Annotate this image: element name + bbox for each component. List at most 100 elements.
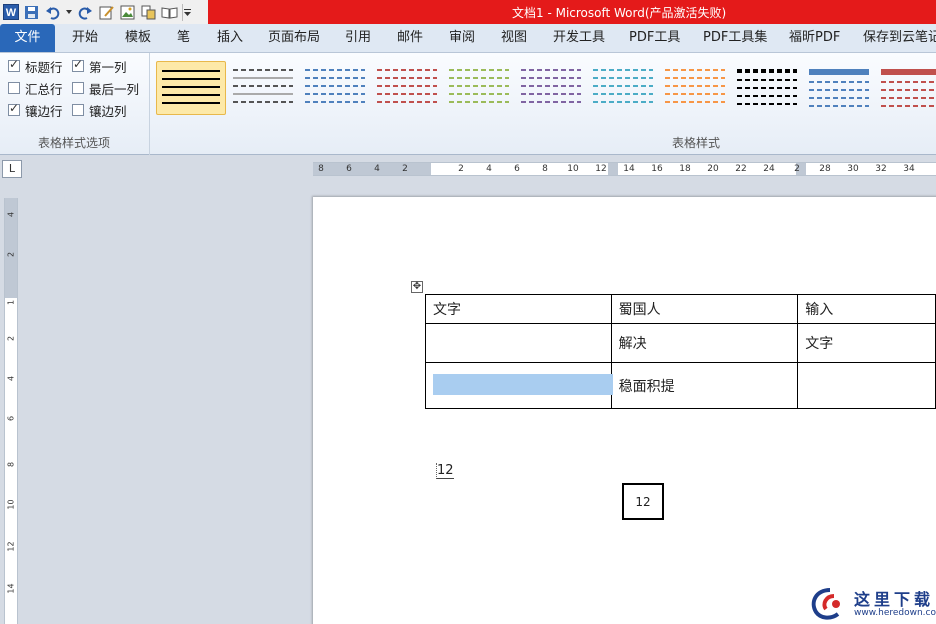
tab-developer[interactable]: 开发工具	[553, 24, 605, 52]
table-style-swatch[interactable]	[444, 61, 514, 115]
swirl-logo-icon	[811, 588, 840, 620]
tab-foxit-pdf[interactable]: 福昕PDF	[789, 24, 840, 52]
checkbox-icon[interactable]	[8, 82, 20, 94]
customize-qat-icon[interactable]	[182, 3, 192, 21]
swatch-line	[521, 85, 581, 87]
swatch-line	[162, 86, 220, 88]
checkbox-checked-icon[interactable]	[8, 57, 20, 72]
text-box[interactable]: 12	[622, 483, 664, 520]
ruler-tick-label: 20	[707, 164, 719, 174]
ruler-tick-label: 10	[567, 164, 579, 174]
selection-highlight	[433, 374, 613, 395]
table-cell[interactable]: 稳面积提	[610, 362, 799, 409]
option-banded-rows[interactable]: 镶边行	[8, 101, 63, 119]
table-style-swatch[interactable]	[588, 61, 658, 115]
table-styles-group: 表格样式	[152, 53, 936, 155]
option-total-row[interactable]: 汇总行	[8, 80, 63, 97]
ruler-tick-label: 34	[903, 164, 915, 174]
image-icon[interactable]	[119, 4, 136, 21]
swatch-line	[665, 69, 725, 71]
swatch-line	[737, 103, 797, 105]
tab-template[interactable]: 模板	[125, 24, 151, 52]
table-style-swatch[interactable]	[660, 61, 730, 115]
table-style-swatch[interactable]	[516, 61, 586, 115]
swatch-line	[377, 69, 437, 71]
save-icon[interactable]	[23, 4, 40, 21]
copy-icon[interactable]	[140, 4, 157, 21]
tab-home[interactable]: 开始	[72, 24, 98, 52]
tab-selector-button[interactable]: L	[2, 160, 22, 178]
checkbox-checked-icon[interactable]	[8, 101, 20, 116]
undo-icon[interactable]	[44, 4, 61, 21]
ruler-tick-label: 22	[735, 164, 747, 174]
tab-review[interactable]: 审阅	[449, 24, 475, 52]
ruler-tick-label: 2	[458, 164, 464, 174]
swatch-line	[305, 101, 365, 103]
table-style-swatch[interactable]	[372, 61, 442, 115]
undo-dropdown-icon[interactable]	[65, 4, 73, 21]
quick-access-toolbar: W	[0, 0, 192, 24]
field-text[interactable]: 12	[436, 463, 454, 479]
document-page[interactable]	[313, 197, 936, 624]
watermark-url: www.heredown.com	[854, 608, 936, 618]
watermark-brand: 这里下载	[854, 590, 935, 609]
swatch-line	[233, 101, 293, 103]
checkbox-icon[interactable]	[72, 104, 84, 116]
checkbox-icon[interactable]	[72, 82, 84, 94]
tab-file[interactable]: 文件	[0, 24, 55, 52]
option-first-column[interactable]: 第一列	[72, 57, 127, 75]
table-cell[interactable]	[797, 362, 936, 409]
table-style-swatch[interactable]	[228, 61, 298, 115]
tab-insert[interactable]: 插入	[217, 24, 243, 52]
redo-icon[interactable]	[77, 4, 94, 21]
table-cell[interactable]: 文字	[425, 294, 612, 324]
table-cell[interactable]: 解决	[610, 323, 799, 363]
tab-pdf-tools[interactable]: PDF工具	[629, 24, 680, 52]
ribbon-tabs: 文件 开始 模板 笔 插入 页面布局 引用 邮件 审阅 视图 开发工具 PDF工…	[0, 24, 936, 53]
tab-view[interactable]: 视图	[501, 24, 527, 52]
swatch-line	[449, 77, 509, 79]
table-row: 文字 蜀国人 输入	[425, 294, 936, 324]
ruler-tick-label: 32	[875, 164, 887, 174]
swatch-line	[377, 77, 437, 79]
ruler-tick-label: 2	[6, 335, 16, 342]
swatch-line	[449, 69, 509, 71]
option-label: 镶边列	[89, 103, 127, 119]
swatch-line	[305, 77, 365, 79]
ruler-tick-label: 2	[6, 251, 16, 258]
window-title: 文档1 - Microsoft Word(产品激活失败)	[512, 5, 727, 20]
tab-pdf-toolset[interactable]: PDF工具集	[703, 24, 767, 52]
option-banded-columns[interactable]: 镶边列	[72, 102, 127, 119]
tab-references[interactable]: 引用	[345, 24, 371, 52]
table-cell[interactable]: 输入	[797, 294, 936, 324]
table-row: 解决 文字	[425, 323, 936, 363]
swatch-line	[665, 85, 725, 87]
column-marker[interactable]	[608, 163, 618, 175]
swatch-line	[665, 93, 725, 95]
table-style-swatch[interactable]	[876, 61, 936, 115]
tab-pen[interactable]: 笔	[177, 24, 190, 52]
table-cell[interactable]: 文字	[797, 323, 936, 363]
table-style-swatch[interactable]	[156, 61, 226, 115]
watermark-logo: 这里下载 www.heredown.com	[808, 584, 936, 624]
edit-icon[interactable]	[98, 4, 115, 21]
ruler-tick-label: 6	[6, 415, 16, 422]
horizontal-ruler[interactable]: 8 6 4 2 2 4 6 8 10 12 14 16 18 20 22 24 2 28 30 32 34	[313, 162, 936, 176]
table-move-handle-icon[interactable]: ✥	[411, 281, 423, 293]
table-style-swatch[interactable]	[732, 61, 802, 115]
book-icon[interactable]	[161, 4, 178, 21]
swatch-line	[881, 81, 936, 83]
option-last-column[interactable]: 最后一列	[72, 80, 139, 97]
tab-mailings[interactable]: 邮件	[397, 24, 423, 52]
word-app-icon[interactable]: W	[2, 4, 19, 21]
tab-page-layout[interactable]: 页面布局	[268, 24, 320, 52]
table-style-swatch[interactable]	[300, 61, 370, 115]
option-header-row[interactable]: 标题行	[8, 57, 63, 75]
table-cell[interactable]	[425, 323, 612, 363]
tab-save-cloud-notes[interactable]: 保存到云笔记	[863, 24, 936, 52]
checkbox-checked-icon[interactable]	[72, 57, 84, 72]
table-style-swatch[interactable]	[804, 61, 874, 115]
table-cell[interactable]: 蜀国人	[610, 294, 799, 324]
vertical-ruler[interactable]: 4 2 1 2 4 6 8 10 12 14	[4, 198, 18, 624]
swatch-line	[162, 78, 220, 80]
